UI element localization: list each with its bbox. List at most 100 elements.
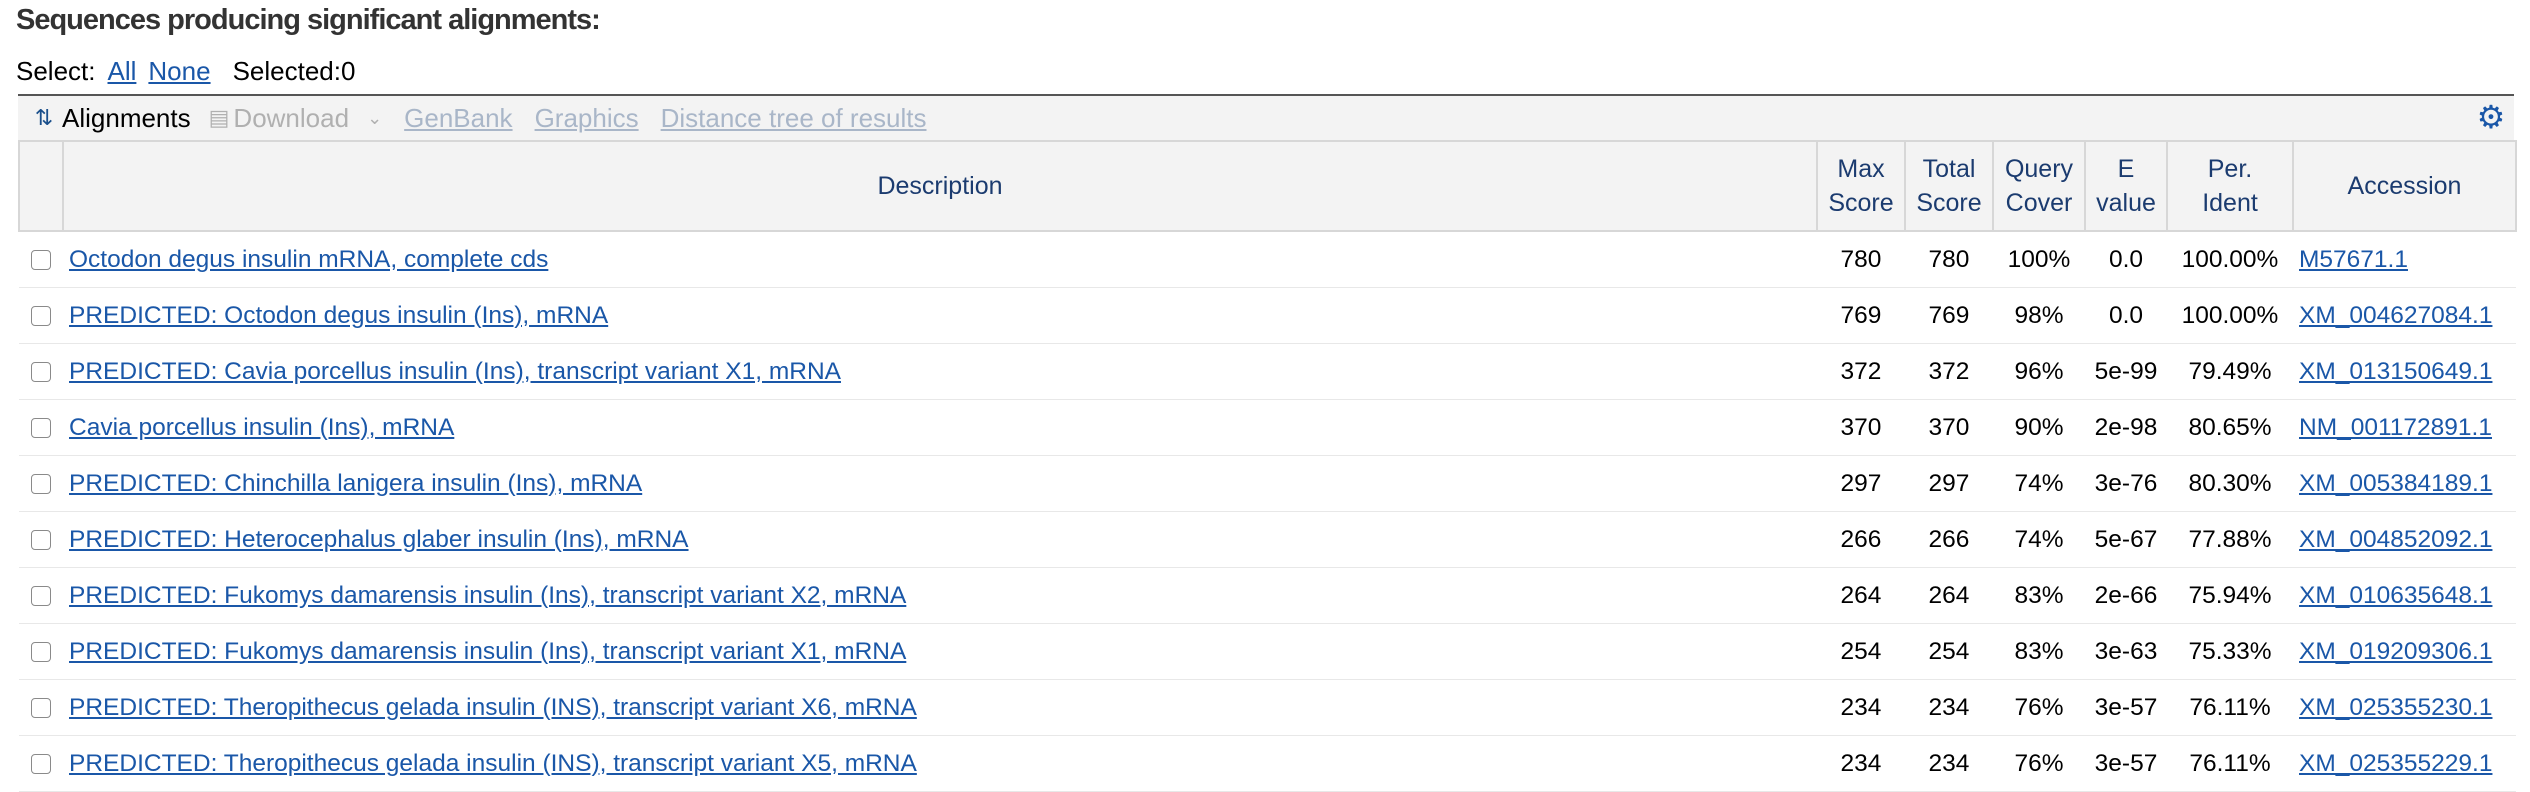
row-description-link[interactable]: PREDICTED: Chinchilla lanigera insulin (… [69, 470, 642, 497]
row-description-cell: PREDICTED: Cavia porcellus insulin (Ins)… [63, 343, 1817, 400]
graphics-link[interactable]: Graphics [535, 103, 639, 134]
row-accession-link[interactable]: XM_004627084.1 [2299, 302, 2492, 329]
alignments-label: Alignments [62, 102, 191, 133]
header-evalue[interactable]: Evalue [2084, 140, 2168, 232]
download-button[interactable]: ▤ Download ⌄ [209, 103, 383, 134]
table-row: PREDICTED: Fukomys damarensis insulin (I… [19, 567, 2516, 624]
row-query-cover: 76% [1993, 679, 2085, 736]
row-description-link[interactable]: Cavia porcellus insulin (Ins), mRNA [69, 414, 454, 441]
row-total-score: 297 [1905, 455, 1993, 512]
header-query-cover[interactable]: Query Cover [1992, 140, 2086, 232]
row-description-link[interactable]: PREDICTED: Fukomys damarensis insulin (I… [69, 582, 906, 609]
header-total-score[interactable]: Total Score [1904, 140, 1994, 232]
row-query-cover: 90% [1993, 399, 2085, 456]
row-accession-link[interactable]: XM_025355229.1 [2299, 750, 2492, 777]
row-checkbox[interactable] [31, 250, 51, 271]
row-accession-link[interactable]: XM_025355230.1 [2299, 694, 2492, 721]
header-description[interactable]: Description [62, 140, 1818, 232]
row-description-link[interactable]: PREDICTED: Cavia porcellus insulin (Ins)… [69, 358, 841, 385]
table-row: PREDICTED: Heterocephalus glaber insulin… [19, 511, 2516, 568]
row-max-score: 254 [1817, 623, 1905, 680]
distance-tree-link[interactable]: Distance tree of results [661, 103, 927, 134]
row-per-ident: 76.11% [2167, 679, 2293, 736]
results-table: Description Max Score Total Score Query Cov… [18, 140, 2517, 792]
row-accession-cell: XM_005384189.1 [2293, 455, 2516, 512]
row-evalue: 2e-66 [2085, 567, 2167, 624]
row-per-ident: 80.65% [2167, 399, 2293, 456]
row-description-cell: PREDICTED: Theropithecus gelada insulin … [63, 679, 1817, 736]
alignments-button[interactable]: ⇅ Alignments [32, 103, 191, 134]
row-evalue: 3e-57 [2085, 735, 2167, 792]
page-title: Sequences producing significant alignmen… [16, 4, 601, 36]
row-description-link[interactable]: PREDICTED: Fukomys damarensis insulin (I… [69, 638, 906, 665]
row-accession-link[interactable]: XM_005384189.1 [2299, 470, 2492, 497]
gear-icon[interactable]: ⚙ [2476, 101, 2506, 133]
table-row: PREDICTED: Octodon degus insulin (Ins), … [19, 287, 2516, 344]
row-per-ident: 80.30% [2167, 455, 2293, 512]
row-query-cover: 96% [1993, 343, 2085, 400]
row-query-cover: 76% [1993, 735, 2085, 792]
select-all-link[interactable]: All [108, 56, 137, 87]
row-accession-link[interactable]: XM_019209306.1 [2299, 638, 2492, 665]
row-checkbox[interactable] [31, 418, 51, 439]
header-per-ident[interactable]: Per. Ident [2166, 140, 2294, 232]
row-max-score: 234 [1817, 679, 1905, 736]
row-description-link[interactable]: Octodon degus insulin mRNA, complete cds [69, 246, 548, 273]
row-per-ident: 76.11% [2167, 735, 2293, 792]
row-accession-cell: XM_019209306.1 [2293, 623, 2516, 680]
row-total-score: 266 [1905, 511, 1993, 568]
row-per-ident: 75.33% [2167, 623, 2293, 680]
row-max-score: 769 [1817, 287, 1905, 344]
checkbox-cell [19, 455, 63, 512]
row-checkbox[interactable] [31, 586, 51, 607]
table-row: PREDICTED: Chinchilla lanigera insulin (… [19, 455, 2516, 512]
row-total-score: 780 [1905, 231, 1993, 288]
row-description-link[interactable]: PREDICTED: Theropithecus gelada insulin … [69, 694, 917, 721]
row-max-score: 266 [1817, 511, 1905, 568]
row-checkbox[interactable] [31, 642, 51, 663]
row-description-cell: PREDICTED: Octodon degus insulin (Ins), … [63, 287, 1817, 344]
row-accession-link[interactable]: M57671.1 [2299, 246, 2408, 273]
row-total-score: 264 [1905, 567, 1993, 624]
row-accession-link[interactable]: NM_001172891.1 [2299, 414, 2492, 441]
row-per-ident: 79.49% [2167, 343, 2293, 400]
row-checkbox[interactable] [31, 474, 51, 495]
select-none-link[interactable]: None [148, 56, 210, 87]
row-max-score: 264 [1817, 567, 1905, 624]
header-select [18, 140, 64, 232]
row-per-ident: 100.00% [2167, 287, 2293, 344]
row-description-cell: PREDICTED: Theropithecus gelada insulin … [63, 735, 1817, 792]
row-description-cell: Octodon degus insulin mRNA, complete cds [63, 231, 1817, 288]
select-label: Select: [16, 56, 96, 86]
row-accession-link[interactable]: XM_013150649.1 [2299, 358, 2492, 385]
row-evalue: 3e-76 [2085, 455, 2167, 512]
header-accession[interactable]: Accession [2292, 140, 2517, 232]
row-accession-cell: XM_025355230.1 [2293, 679, 2516, 736]
row-description-link[interactable]: PREDICTED: Theropithecus gelada insulin … [69, 750, 917, 777]
row-checkbox[interactable] [31, 306, 51, 327]
row-checkbox[interactable] [31, 698, 51, 719]
header-max-score[interactable]: Max Score [1816, 140, 1906, 232]
row-description-link[interactable]: PREDICTED: Octodon degus insulin (Ins), … [69, 302, 608, 329]
row-description-cell: PREDICTED: Heterocephalus glaber insulin… [63, 511, 1817, 568]
selected-count: Selected:0 [232, 56, 356, 86]
row-checkbox[interactable] [31, 530, 51, 551]
download-icon: ▤ [208, 105, 230, 130]
row-checkbox[interactable] [31, 754, 51, 775]
row-accession-cell: XM_013150649.1 [2293, 343, 2516, 400]
row-total-score: 254 [1905, 623, 1993, 680]
checkbox-cell [19, 567, 63, 624]
row-accession-link[interactable]: XM_004852092.1 [2299, 526, 2492, 553]
row-per-ident: 75.94% [2167, 567, 2293, 624]
genbank-link[interactable]: GenBank [404, 103, 512, 134]
row-total-score: 769 [1905, 287, 1993, 344]
table-row: Octodon degus insulin mRNA, complete cds… [19, 231, 2516, 288]
row-checkbox[interactable] [31, 362, 51, 383]
row-evalue: 5e-67 [2085, 511, 2167, 568]
row-description-link[interactable]: PREDICTED: Heterocephalus glaber insulin… [69, 526, 689, 553]
row-max-score: 297 [1817, 455, 1905, 512]
row-accession-cell: NM_001172891.1 [2293, 399, 2516, 456]
row-query-cover: 83% [1993, 567, 2085, 624]
row-evalue: 3e-63 [2085, 623, 2167, 680]
row-accession-link[interactable]: XM_010635648.1 [2299, 582, 2492, 609]
